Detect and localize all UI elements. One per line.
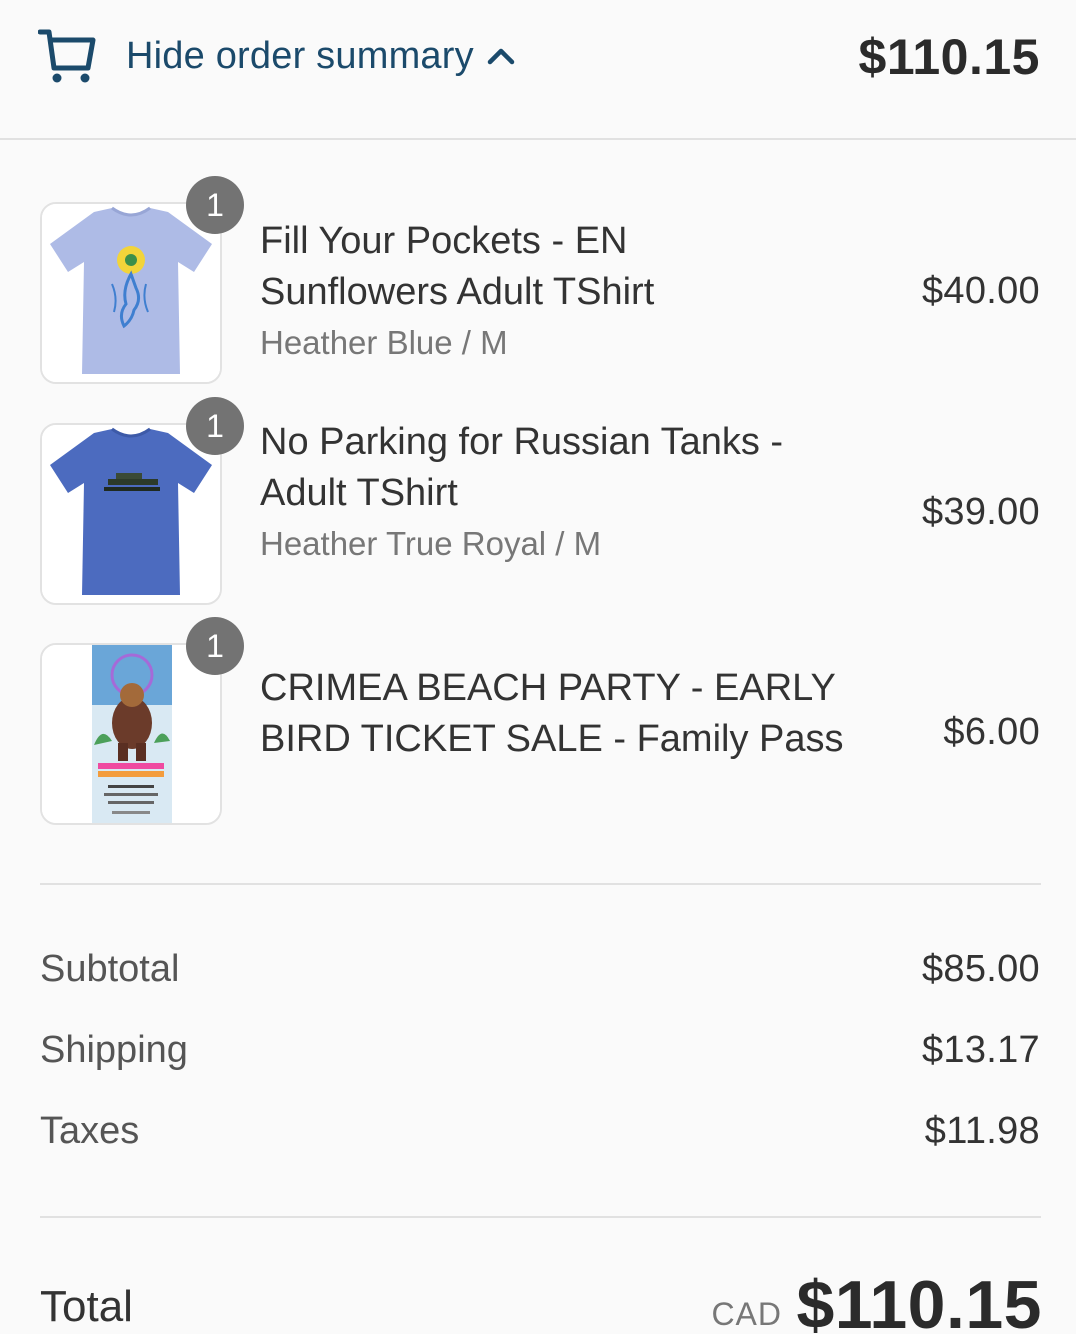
- item-info: Fill Your Pockets - EN Sunflowers Adult …: [260, 216, 860, 368]
- item-title-line: Sunflowers Adult TShirt: [260, 271, 655, 313]
- item-title-line: BIRD TICKET SALE - Family Pass: [260, 718, 844, 760]
- item-title-line: No Parking for Russian Tanks -: [260, 421, 784, 463]
- total-label: Total: [40, 1282, 133, 1331]
- quantity-badge: 1: [186, 176, 244, 234]
- taxes-row: Taxes $11.98: [40, 1110, 1040, 1160]
- item-title-line: Adult TShirt: [260, 472, 458, 514]
- product-thumbnail: [40, 643, 222, 825]
- total-currency: CAD: [711, 1296, 782, 1332]
- subtotal-label: Subtotal: [40, 948, 180, 990]
- header-total-price: $110.15: [858, 29, 1040, 85]
- quantity-badge: 1: [186, 397, 244, 455]
- taxes-label: Taxes: [40, 1110, 140, 1152]
- taxes-value: $11.98: [924, 1110, 1040, 1152]
- tshirt-image: [42, 204, 220, 382]
- divider: [40, 1216, 1041, 1218]
- shipping-label: Shipping: [40, 1029, 188, 1071]
- item-info: CRIMEA BEACH PARTY - EARLY BIRD TICKET S…: [260, 663, 860, 765]
- product-thumbnail: [40, 202, 222, 384]
- item-info: No Parking for Russian Tanks - Adult TSh…: [260, 417, 860, 569]
- item-price: $6.00: [943, 711, 1040, 753]
- item-price: $39.00: [921, 491, 1040, 533]
- line-item: 1 Fill Your Pockets - EN Sunflowers Adul…: [0, 176, 1076, 386]
- item-price: $40.00: [921, 270, 1040, 312]
- line-item: 1 CRIMEA BEACH PARTY - EARLY BIRD TICKET…: [0, 617, 1076, 827]
- order-summary-header: Hide order summary $110.15: [0, 0, 1076, 140]
- order-summary-page: Hide order summary $110.15 1 Fill Your P…: [0, 0, 1076, 1334]
- order-summary-toggle[interactable]: Hide order summary: [38, 24, 516, 88]
- cart-icon: [38, 29, 96, 83]
- event-poster-image: [42, 645, 220, 823]
- subtotal-row: Subtotal $85.00: [40, 948, 1040, 998]
- product-thumbnail: [40, 423, 222, 605]
- item-variant: Heather True Royal / M: [260, 525, 602, 562]
- toggle-label: Hide order summary: [126, 34, 474, 77]
- item-title-line: Fill Your Pockets - EN: [260, 220, 628, 262]
- item-title-line: CRIMEA BEACH PARTY - EARLY: [260, 667, 836, 709]
- tshirt-image: [42, 425, 220, 603]
- shipping-value: $13.17: [921, 1029, 1040, 1071]
- divider: [40, 883, 1041, 885]
- line-item: 1 No Parking for Russian Tanks - Adult T…: [0, 397, 1076, 607]
- item-variant: Heather Blue / M: [260, 324, 508, 361]
- subtotal-value: $85.00: [921, 948, 1040, 990]
- total-value: $110.15: [796, 1267, 1042, 1334]
- quantity-badge: 1: [186, 617, 244, 675]
- shipping-row: Shipping $13.17: [40, 1029, 1040, 1079]
- chevron-up-icon: [487, 48, 515, 65]
